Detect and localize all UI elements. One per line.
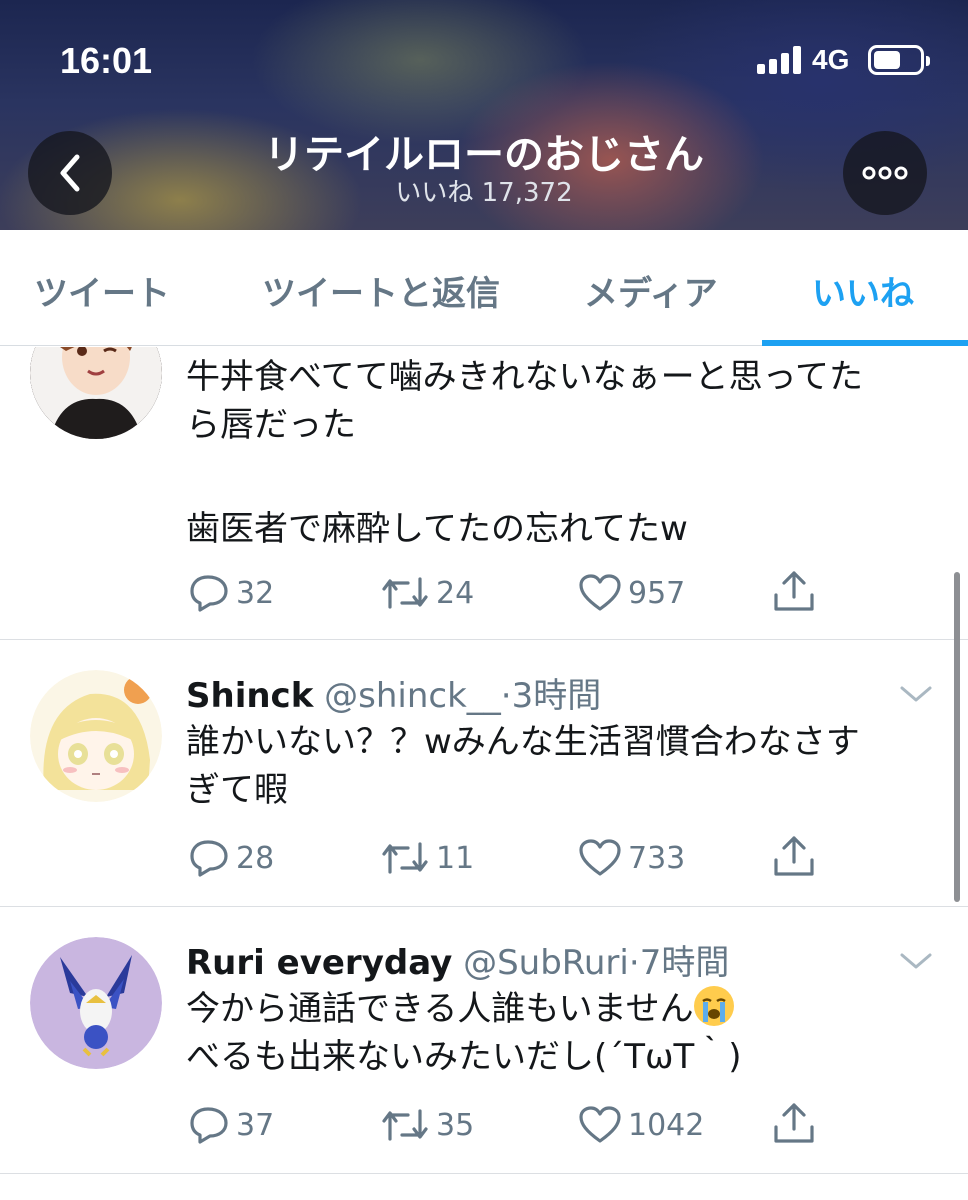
- signal-icon: [757, 46, 803, 74]
- avatar-illustration: [30, 670, 162, 802]
- retweet-count: 35: [436, 1107, 475, 1143]
- tweet[interactable]: Ruri everyday @SubRuri·7時間 今から通話できる人誰もいま…: [0, 907, 968, 1173]
- retweet-count: 11: [436, 840, 475, 876]
- like-count: 733: [628, 840, 686, 876]
- tweet[interactable]: 牛丼食べてて噛みきれないなぁーと思ってた ら唇だった 歯医者で麻酔してたの忘れて…: [0, 347, 968, 640]
- reply-button[interactable]: 32: [188, 573, 274, 613]
- like-count: 957: [628, 575, 686, 611]
- tweet-text-line: 牛丼食べてて噛みきれないなぁーと思ってた: [186, 357, 863, 397]
- tab-media[interactable]: メディア: [584, 266, 718, 315]
- retweet-icon: [382, 577, 428, 609]
- retweet-icon: [382, 1109, 428, 1141]
- share-button[interactable]: [772, 569, 822, 613]
- heart-icon: [579, 839, 621, 876]
- tweet-text-line: ぎて暇: [186, 770, 288, 810]
- tweet-text-line: ら唇だった: [186, 405, 356, 445]
- retweet-icon: [382, 842, 428, 874]
- reply-icon: [190, 840, 228, 877]
- user-handle[interactable]: @shinck__: [324, 676, 501, 716]
- avatar[interactable]: [30, 937, 162, 1069]
- active-tab-indicator: [762, 340, 968, 346]
- reply-icon: [190, 1107, 228, 1144]
- more-button[interactable]: [843, 131, 927, 215]
- like-button[interactable]: 1042: [578, 1105, 704, 1145]
- share-button[interactable]: [772, 834, 822, 878]
- reply-icon: [190, 575, 228, 612]
- tweet-time[interactable]: 3時間: [512, 676, 602, 716]
- retweet-button[interactable]: 11: [380, 838, 474, 878]
- network-type: 4G: [812, 44, 850, 75]
- chevron-down-icon[interactable]: [898, 682, 934, 706]
- separator: ·: [500, 676, 512, 716]
- retweet-button[interactable]: 35: [380, 1105, 474, 1145]
- retweet-button[interactable]: 24: [380, 573, 474, 613]
- tweet-divider: [0, 1173, 968, 1174]
- tab-likes[interactable]: いいね: [812, 266, 914, 315]
- reply-count: 28: [236, 840, 275, 876]
- reply-button[interactable]: 37: [188, 1105, 274, 1145]
- tweet-text-line: 歯医者で麻酔してたの忘れてたw: [186, 509, 688, 549]
- reply-button[interactable]: 28: [188, 838, 274, 878]
- tweet-time[interactable]: 7時間: [640, 943, 730, 983]
- avatar[interactable]: [30, 670, 162, 802]
- separator: ·: [628, 943, 640, 983]
- like-button[interactable]: 957: [578, 573, 685, 613]
- avatar[interactable]: [30, 347, 162, 439]
- reply-count: 37: [236, 1107, 275, 1143]
- battery-icon: [868, 45, 930, 75]
- tweet[interactable]: Shinck @shinck__·3時間 誰かいない？？wみんな生活習慣合わなさ…: [0, 640, 968, 907]
- tab-tweets-replies[interactable]: ツイートと返信: [262, 266, 500, 315]
- share-icon: [774, 571, 814, 611]
- retweet-count: 24: [436, 575, 475, 611]
- like-count: 1042: [628, 1107, 705, 1143]
- tweet-text-line: べるも出来ないみたいだし(´TωT｀): [186, 1037, 742, 1077]
- tweet-text-blank: [186, 449, 936, 497]
- heart-icon: [579, 1106, 621, 1143]
- share-icon: [774, 1103, 814, 1143]
- avatar-illustration: [30, 347, 162, 439]
- heart-icon: [579, 574, 621, 611]
- profile-tabs: ツイート ツイートと返信 メディア いいね: [0, 230, 968, 346]
- display-name[interactable]: Shinck: [186, 676, 313, 716]
- tweet-text-line: 今から通話できる人誰もいません: [186, 989, 694, 1029]
- display-name[interactable]: Ruri everyday: [186, 943, 452, 983]
- likes-count: いいね 17,372: [395, 178, 573, 208]
- chevron-down-icon[interactable]: [898, 949, 934, 973]
- status-time: 16:01: [60, 40, 153, 81]
- user-handle[interactable]: @SubRuri: [463, 943, 629, 983]
- scrollbar[interactable]: [954, 572, 960, 902]
- share-icon: [774, 836, 814, 876]
- loudly-crying-face-icon: [693, 986, 734, 1026]
- profile-header: 16:01 4G リテイルローのおじさん いいね 17,372: [0, 0, 968, 230]
- more-icon: [862, 166, 908, 180]
- reply-count: 32: [236, 575, 275, 611]
- avatar-illustration: [30, 937, 162, 1069]
- like-button[interactable]: 733: [578, 838, 685, 878]
- tweet-text-line: 誰かいない？？wみんな生活習慣合わなさす: [186, 722, 860, 762]
- share-button[interactable]: [772, 1101, 822, 1145]
- tab-tweets[interactable]: ツイート: [34, 266, 170, 315]
